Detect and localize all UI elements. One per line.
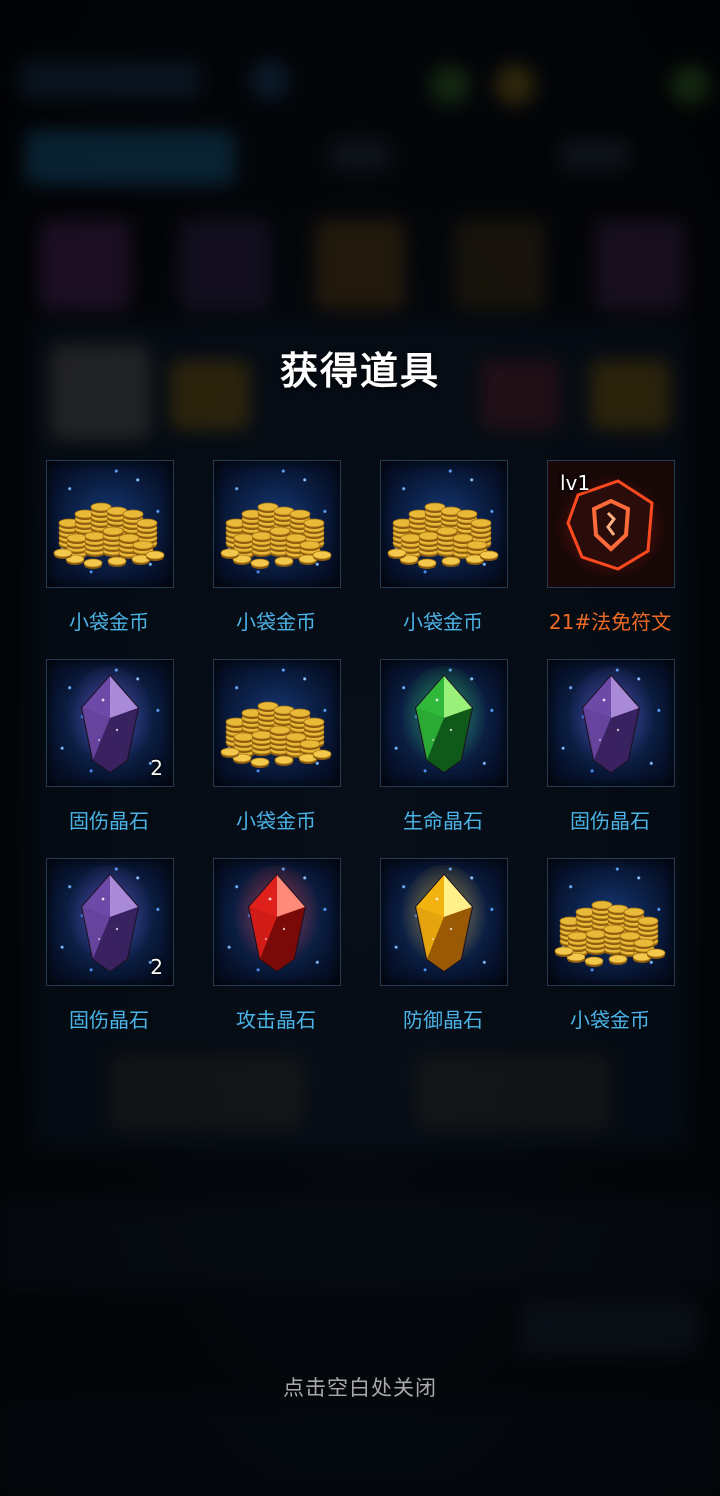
gold-coins-icon <box>47 461 173 587</box>
item-name: 小袋金币 <box>236 809 316 833</box>
item-count: 2 <box>150 955 163 979</box>
item-name: 固伤晶石 <box>69 809 149 833</box>
item-name: 21#法免符文 <box>548 610 672 634</box>
green-crystal-icon <box>381 660 507 786</box>
item-slot[interactable] <box>380 858 508 986</box>
item-name: 固伤晶石 <box>69 1008 149 1032</box>
reward-item[interactable]: 生命晶石 <box>380 659 508 834</box>
gold-coins-icon <box>214 461 340 587</box>
gold-coins-icon <box>214 660 340 786</box>
item-level-label: lv1 <box>560 471 591 495</box>
item-name: 攻击晶石 <box>236 1008 316 1032</box>
item-name: 生命晶石 <box>403 809 483 833</box>
reward-item[interactable]: 2 固伤晶石 <box>46 659 174 834</box>
purple-crystal-icon <box>548 660 674 786</box>
reward-item[interactable]: 防御晶石 <box>380 858 508 1033</box>
item-name: 小袋金币 <box>570 1008 650 1032</box>
item-slot[interactable] <box>547 659 675 787</box>
popup-title: 获得道具 <box>279 349 440 393</box>
item-slot[interactable]: 2 <box>46 659 174 787</box>
item-slot[interactable] <box>213 460 341 588</box>
item-slot[interactable] <box>380 460 508 588</box>
reward-item[interactable]: 小袋金币 <box>380 460 508 635</box>
red-crystal-icon <box>214 859 340 985</box>
item-slot[interactable] <box>213 659 341 787</box>
item-name: 固伤晶石 <box>570 809 650 833</box>
reward-item[interactable]: 小袋金币 <box>213 659 341 834</box>
item-slot[interactable] <box>547 858 675 986</box>
item-slot[interactable]: lv1 <box>547 460 675 588</box>
reward-item[interactable]: 小袋金币 <box>46 460 174 635</box>
item-slot[interactable] <box>213 858 341 986</box>
reward-item[interactable]: lv1 21#法免符文 <box>547 460 675 635</box>
reward-item[interactable]: 固伤晶石 <box>547 659 675 834</box>
gold-coins-icon <box>548 859 674 985</box>
item-slot[interactable] <box>380 659 508 787</box>
item-name: 小袋金币 <box>403 610 483 634</box>
yellow-crystal-icon <box>381 859 507 985</box>
item-name: 小袋金币 <box>236 610 316 634</box>
reward-item[interactable]: 2 固伤晶石 <box>46 858 174 1033</box>
item-count: 2 <box>150 756 163 780</box>
reward-popup-screen[interactable]: 获得道具 小袋金币 小袋金币 小袋金币 lv1 21#法免符文 2 固伤晶石 小… <box>0 0 720 1496</box>
item-slot[interactable]: 2 <box>46 858 174 986</box>
item-name: 小袋金币 <box>69 610 149 634</box>
close-hint-text[interactable]: 点击空白处关闭 <box>0 1372 720 1402</box>
item-name: 防御晶石 <box>403 1008 483 1032</box>
gold-coins-icon <box>381 461 507 587</box>
reward-item[interactable]: 小袋金币 <box>547 858 675 1033</box>
reward-item[interactable]: 小袋金币 <box>213 460 341 635</box>
reward-item[interactable]: 攻击晶石 <box>213 858 341 1033</box>
item-slot[interactable] <box>46 460 174 588</box>
